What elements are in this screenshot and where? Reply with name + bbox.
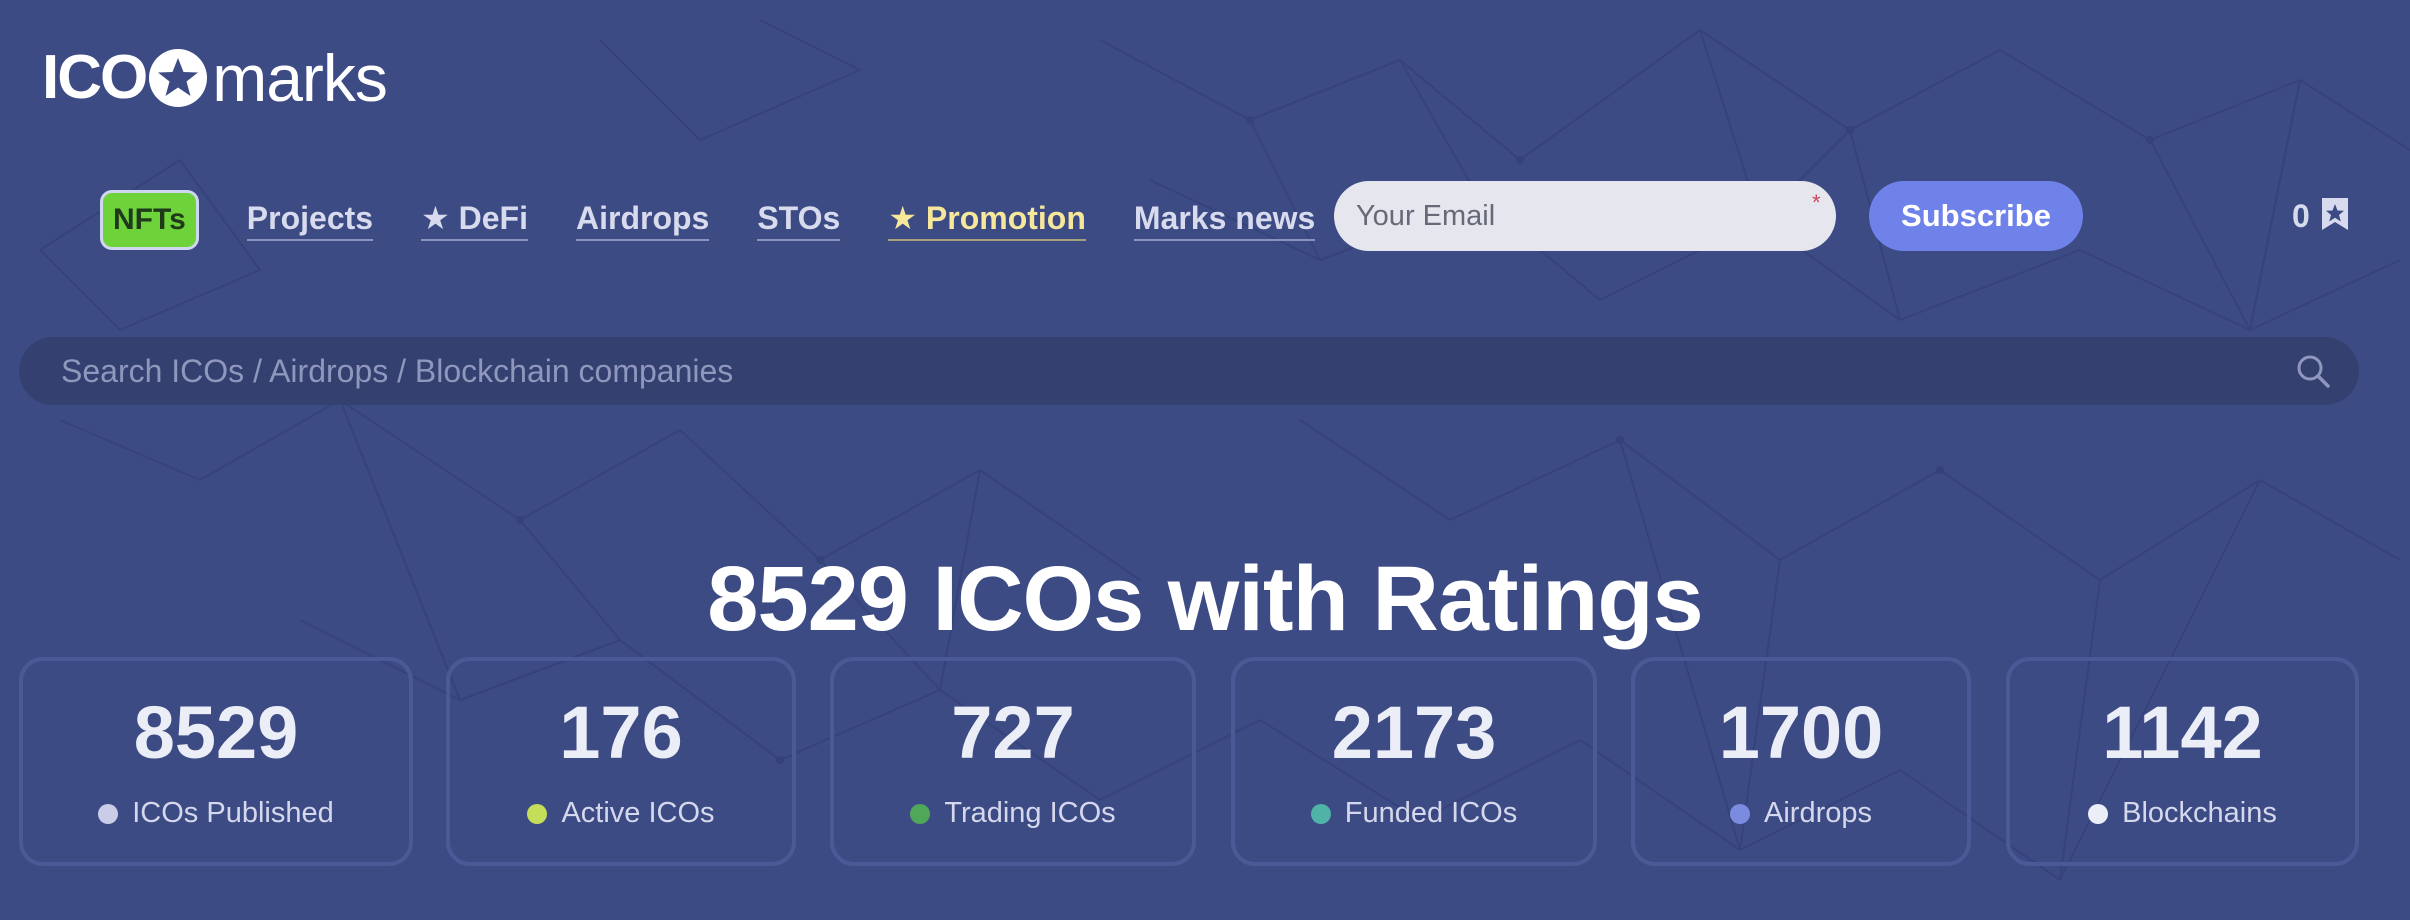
nav-item-marks-news[interactable]: Marks news — [1133, 200, 1316, 241]
icomarks-logo[interactable]: ICO marks — [42, 38, 388, 118]
email-field[interactable] — [1334, 181, 1836, 251]
nav-item-defi-label: DeFi — [458, 200, 528, 236]
stat-value: 1142 — [2102, 691, 2263, 774]
stat-value: 8529 — [133, 691, 299, 774]
star-icon: ★ — [888, 200, 918, 236]
subscribe-button[interactable]: Subscribe — [1869, 181, 2083, 251]
stat-card-icos-published[interactable]: 8529 ICOs Published — [19, 657, 413, 866]
watchlist-count: 0 — [2292, 197, 2310, 234]
stat-card-airdrops[interactable]: 1700 Airdrops — [1631, 657, 1971, 866]
watchlist-counter[interactable]: 0 — [2292, 196, 2350, 236]
stat-value: 2173 — [1331, 691, 1497, 774]
stat-label-text: Trading ICOs — [944, 797, 1116, 829]
status-dot-icon — [1310, 803, 1331, 824]
star-icon: ★ — [421, 200, 450, 236]
nav-item-airdrops[interactable]: Airdrops — [575, 200, 710, 241]
status-dot-icon — [527, 803, 548, 824]
stat-label-text: ICOs Published — [132, 797, 334, 829]
stat-value: 1700 — [1718, 691, 1884, 774]
nav-item-promotion[interactable]: ★ Promotion — [888, 199, 1086, 241]
search-input[interactable] — [19, 336, 2295, 406]
required-marker: * — [1812, 190, 1821, 215]
stat-label: Active ICOs — [450, 797, 792, 830]
search-icon[interactable] — [2295, 353, 2331, 389]
stat-label-text: Active ICOs — [561, 797, 715, 829]
star-badge-icon — [2321, 198, 2348, 230]
stat-label-text: Blockchains — [2122, 797, 2277, 829]
stat-label: Funded ICOs — [1235, 797, 1593, 830]
stat-card-active-icos[interactable]: 176 Active ICOs — [446, 657, 796, 866]
search-bar — [19, 336, 2359, 406]
logo-ico-text: ICO — [42, 43, 148, 112]
stat-label: Airdrops — [1635, 797, 1967, 830]
nav-item-nfts[interactable]: NFTs — [100, 190, 199, 250]
nav-item-defi[interactable]: ★ DeFi — [421, 199, 528, 241]
stat-label: Blockchains — [2010, 797, 2355, 830]
nav-item-promotion-label: Promotion — [925, 200, 1086, 236]
status-dot-icon — [1730, 803, 1750, 824]
main-nav: NFTs Projects ★ DeFi Airdrops STOs ★ Pro… — [100, 190, 1363, 250]
stat-label-text: Funded ICOs — [1344, 797, 1518, 829]
stat-value: 176 — [559, 691, 683, 774]
nav-item-projects[interactable]: Projects — [246, 200, 374, 241]
stat-value: 727 — [951, 691, 1075, 774]
status-dot-icon — [2088, 803, 2109, 824]
stat-card-blockchains[interactable]: 1142 Blockchains — [2006, 657, 2359, 866]
logo-star-icon — [149, 49, 208, 107]
status-dot-icon — [910, 803, 931, 824]
stat-label: Trading ICOs — [834, 797, 1192, 830]
logo-marks-text: marks — [212, 41, 388, 115]
status-dot-icon — [98, 803, 119, 824]
page-title: 8529 ICOs with Ratings — [707, 547, 1703, 650]
stat-card-trading-icos[interactable]: 727 Trading ICOs — [830, 657, 1196, 866]
stat-label: ICOs Published — [23, 797, 409, 830]
stat-card-funded-icos[interactable]: 2173 Funded ICOs — [1231, 657, 1597, 866]
stat-label-text: Airdrops — [1764, 797, 1872, 829]
nav-item-stos[interactable]: STOs — [757, 200, 841, 241]
